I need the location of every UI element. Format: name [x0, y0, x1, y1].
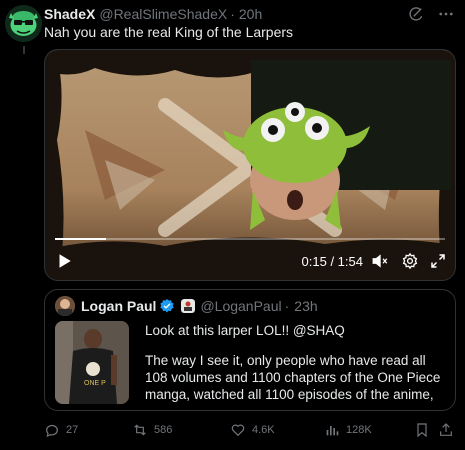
svg-text:ONE P: ONE P	[84, 380, 106, 387]
fullscreen-icon[interactable]	[429, 252, 447, 270]
repost-icon	[134, 424, 146, 436]
quoted-tweet[interactable]: Logan Paul @LoganPaul · 23h ONE P Look a…	[44, 289, 456, 411]
video-progress-bar[interactable]	[55, 238, 445, 240]
verified-icon	[160, 299, 175, 313]
affiliate-badge-icon	[181, 299, 196, 313]
quoted-tweet-body: The way I see it, only people who have r…	[145, 353, 441, 402]
video-controls: 0:15 / 1:54	[45, 238, 455, 280]
quoted-author-name[interactable]: Logan Paul	[81, 298, 156, 314]
grok-icon[interactable]	[407, 5, 425, 23]
view-count: 128K	[346, 424, 372, 436]
reply-action[interactable]: 27	[44, 422, 78, 438]
tweet-time[interactable]: 20h	[239, 6, 262, 22]
quoted-author-avatar[interactable]	[55, 296, 75, 316]
video-timestamp: 0:15 / 1:54	[301, 254, 363, 269]
more-icon[interactable]	[437, 5, 455, 23]
video-progress-fill	[55, 238, 106, 240]
views-action[interactable]: 128K	[324, 422, 372, 438]
views-icon	[326, 426, 339, 436]
quoted-tweet-first-line: Look at this larper LOL!! @SHAQ	[145, 323, 345, 338]
play-icon[interactable]	[55, 252, 73, 270]
bookmark-action[interactable]	[414, 422, 436, 438]
share-action[interactable]	[438, 422, 460, 438]
thread-line	[23, 46, 25, 54]
action-bar: 27 586 4.6K 128K	[44, 422, 455, 442]
video-player[interactable]: 0:15 / 1:54	[44, 49, 456, 281]
reply-count: 27	[66, 424, 79, 436]
author-avatar[interactable]	[5, 5, 42, 42]
mute-icon[interactable]	[371, 252, 389, 270]
tweet-text: Nah you are the real King of the Larpers	[44, 24, 294, 40]
reply-icon	[46, 424, 58, 437]
quoted-author-handle[interactable]: @LoganPaul	[200, 298, 281, 314]
quoted-tweet-time[interactable]: 23h	[294, 298, 317, 314]
settings-icon[interactable]	[401, 252, 419, 270]
quoted-media-thumbnail[interactable]: ONE P	[55, 321, 129, 404]
like-action[interactable]: 4.6K	[230, 422, 275, 438]
bookmark-icon	[417, 423, 427, 438]
author-name[interactable]: ShadeX	[44, 6, 95, 22]
author-handle[interactable]: @RealSlimeShadeX	[99, 6, 227, 22]
like-count: 4.6K	[252, 424, 275, 436]
share-icon	[440, 423, 452, 436]
repost-count: 586	[154, 424, 173, 436]
quoted-separator-dot: ·	[284, 298, 290, 314]
quoted-tweet-header: Logan Paul @LoganPaul · 23h	[55, 296, 318, 316]
like-icon	[231, 424, 245, 437]
separator-dot: ·	[230, 6, 235, 22]
tweet-header: ShadeX @RealSlimeShadeX · 20h	[44, 6, 455, 22]
repost-action[interactable]: 586	[132, 422, 172, 438]
